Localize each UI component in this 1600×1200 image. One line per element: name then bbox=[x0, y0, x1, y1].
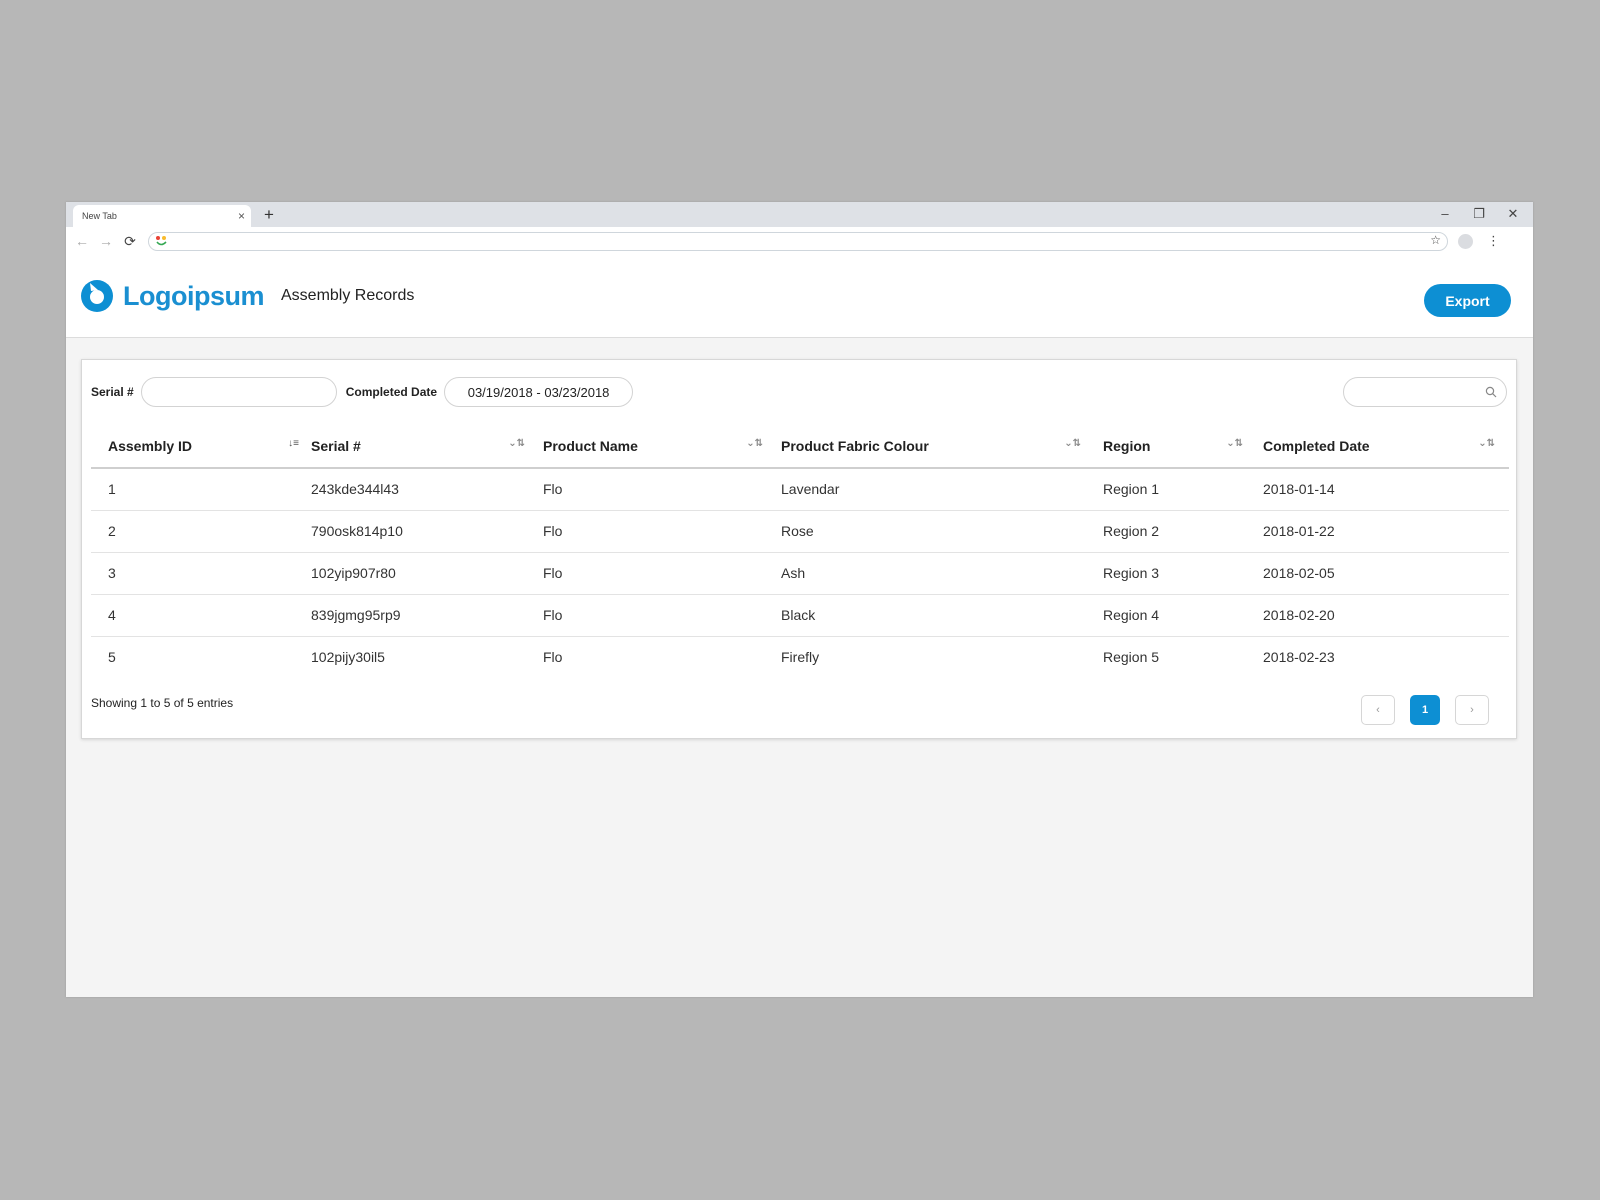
cell-assembly-id: 5 bbox=[108, 649, 116, 666]
column-header-region[interactable]: Region ⌄⇅ bbox=[1103, 424, 1263, 469]
cell-completed-date: 2018-01-14 bbox=[1263, 468, 1509, 511]
cell-fabric-colour: Ash bbox=[781, 552, 1103, 595]
profile-avatar-icon[interactable] bbox=[1458, 233, 1473, 249]
cell-product-name: Flo bbox=[543, 510, 781, 553]
cell-product-name: Flo bbox=[543, 468, 781, 511]
cell-region: Region 2 bbox=[1103, 510, 1263, 553]
table-row[interactable]: 5 102pijy30il5 Flo Firefly Region 5 2018… bbox=[91, 636, 1509, 678]
column-label: Serial # bbox=[311, 437, 361, 454]
cell-assembly-id: 2 bbox=[91, 510, 311, 553]
app-header: Logoipsum Assembly Records Export bbox=[66, 255, 1533, 338]
tab-title: New Tab bbox=[82, 211, 117, 221]
tab-close-icon[interactable]: × bbox=[238, 210, 245, 222]
export-button[interactable]: Export bbox=[1424, 284, 1511, 317]
column-label: Assembly ID bbox=[108, 437, 193, 454]
prev-page-button[interactable]: ‹ bbox=[1361, 695, 1395, 725]
cell-assembly-id: 1 bbox=[91, 468, 311, 511]
search-input[interactable] bbox=[1354, 378, 1488, 406]
cell-completed-date: 2018-02-20 bbox=[1263, 594, 1509, 637]
column-header-product-name[interactable]: Product Name ⌄⇅ bbox=[543, 424, 781, 469]
column-label: Region bbox=[1103, 437, 1151, 454]
column-header-fabric-colour[interactable]: Product Fabric Colour ⌄⇅ bbox=[781, 424, 1103, 469]
restore-icon[interactable]: ❐ bbox=[1471, 204, 1487, 224]
cell-completed-date: 2018-01-22 bbox=[1263, 510, 1509, 553]
cell-serial: 243kde344l43 bbox=[311, 468, 543, 511]
sort-icon[interactable]: ⌄⇅ bbox=[1478, 438, 1495, 449]
cell-completed-date: 2018-02-05 bbox=[1263, 552, 1509, 595]
forward-icon[interactable]: → bbox=[94, 233, 118, 249]
pagination: ‹ 1 › bbox=[1361, 695, 1489, 725]
bookmark-star-icon[interactable]: ☆ bbox=[1430, 233, 1441, 247]
table-row[interactable]: 2 790osk814p10 Flo Rose Region 2 2018-01… bbox=[91, 510, 1509, 553]
next-page-button[interactable]: › bbox=[1455, 695, 1489, 725]
cell-completed-date: 2018-02-23 bbox=[1263, 649, 1335, 666]
window-controls: – ❐ ✕ bbox=[1437, 204, 1521, 224]
column-label: Product Fabric Colour bbox=[781, 437, 929, 454]
cell-serial: 790osk814p10 bbox=[311, 510, 543, 553]
column-label: Product Name bbox=[543, 437, 638, 454]
table-row[interactable]: 4 839jgmg95rp9 Flo Black Region 4 2018-0… bbox=[91, 594, 1509, 637]
table-header-row: Assembly ID ↓≡ Serial # ⌄⇅ Product Name … bbox=[91, 424, 1509, 469]
sort-asc-icon[interactable]: ↓≡ bbox=[288, 438, 299, 449]
browser-menu-icon[interactable]: ⋮ bbox=[1487, 233, 1500, 249]
entries-info: Showing 1 to 5 of 5 entries bbox=[91, 696, 234, 710]
date-filter-label: Completed Date bbox=[345, 385, 438, 399]
date-range-input[interactable] bbox=[444, 377, 634, 407]
sort-icon[interactable]: ⌄⇅ bbox=[508, 438, 525, 449]
table-row[interactable]: 3 102yip907r80 Flo Ash Region 3 2018-02-… bbox=[91, 552, 1509, 595]
browser-toolbar: ← → ⟳ ☆ ⋮ bbox=[66, 227, 1533, 255]
cell-fabric-colour: Lavendar bbox=[781, 468, 1103, 511]
logo-text: Logoipsum bbox=[123, 280, 264, 311]
sort-icon[interactable]: ⌄⇅ bbox=[746, 438, 763, 449]
records-card: Serial # Completed Date Assembly ID ↓ bbox=[81, 359, 1517, 739]
close-window-icon[interactable]: ✕ bbox=[1505, 204, 1521, 224]
browser-tab[interactable]: New Tab × bbox=[73, 205, 251, 227]
column-header-assembly-id[interactable]: Assembly ID ↓≡ bbox=[91, 424, 311, 469]
cell-region: Region 1 bbox=[1103, 468, 1263, 511]
cell-serial: 102yip907r80 bbox=[311, 552, 543, 595]
tab-strip: New Tab × + – ❐ ✕ bbox=[66, 202, 1533, 227]
cell-product-name: Flo bbox=[543, 649, 563, 666]
cell-serial: 102pijy30il5 bbox=[311, 649, 385, 666]
cell-product-name: Flo bbox=[543, 594, 781, 637]
reload-icon[interactable]: ⟳ bbox=[118, 233, 142, 250]
new-tab-icon[interactable]: + bbox=[264, 205, 274, 225]
cell-fabric-colour: Rose bbox=[781, 510, 1103, 553]
records-table: Assembly ID ↓≡ Serial # ⌄⇅ Product Name … bbox=[91, 424, 1509, 678]
page-title: Assembly Records bbox=[281, 287, 415, 304]
column-header-serial[interactable]: Serial # ⌄⇅ bbox=[311, 424, 543, 469]
search-box[interactable] bbox=[1343, 377, 1507, 407]
cell-fabric-colour: Black bbox=[781, 594, 1103, 637]
browser-window: New Tab × + – ❐ ✕ ← → ⟳ ☆ ⋮ Logoipsum As… bbox=[66, 202, 1533, 997]
serial-filter-label: Serial # bbox=[91, 385, 134, 399]
cell-region: Region 3 bbox=[1103, 552, 1263, 595]
cell-region: Region 4 bbox=[1103, 594, 1263, 637]
cell-serial: 839jgmg95rp9 bbox=[311, 594, 543, 637]
table-row[interactable]: 1 243kde344l43 Flo Lavendar Region 1 201… bbox=[91, 468, 1509, 511]
page-1-button[interactable]: 1 bbox=[1410, 695, 1440, 725]
back-icon[interactable]: ← bbox=[70, 233, 94, 249]
search-icon[interactable] bbox=[1485, 386, 1497, 398]
cell-assembly-id: 3 bbox=[91, 552, 311, 595]
sort-icon[interactable]: ⌄⇅ bbox=[1226, 438, 1243, 449]
site-face-icon bbox=[156, 235, 167, 245]
logo-mark-icon bbox=[81, 280, 113, 312]
sort-icon[interactable]: ⌄⇅ bbox=[1064, 438, 1081, 449]
address-bar[interactable]: ☆ bbox=[148, 231, 1448, 251]
serial-input[interactable] bbox=[140, 377, 337, 407]
column-label: Completed Date bbox=[1263, 437, 1370, 454]
cell-region: Region 5 bbox=[1103, 649, 1160, 666]
minimize-icon[interactable]: – bbox=[1437, 204, 1453, 224]
logo[interactable]: Logoipsum bbox=[80, 279, 264, 313]
cell-product-name: Flo bbox=[543, 552, 781, 595]
filter-bar: Serial # Completed Date bbox=[91, 377, 634, 407]
column-header-completed-date[interactable]: Completed Date ⌄⇅ bbox=[1263, 424, 1509, 469]
cell-assembly-id: 4 bbox=[91, 594, 311, 637]
cell-fabric-colour: Firefly bbox=[781, 649, 820, 666]
